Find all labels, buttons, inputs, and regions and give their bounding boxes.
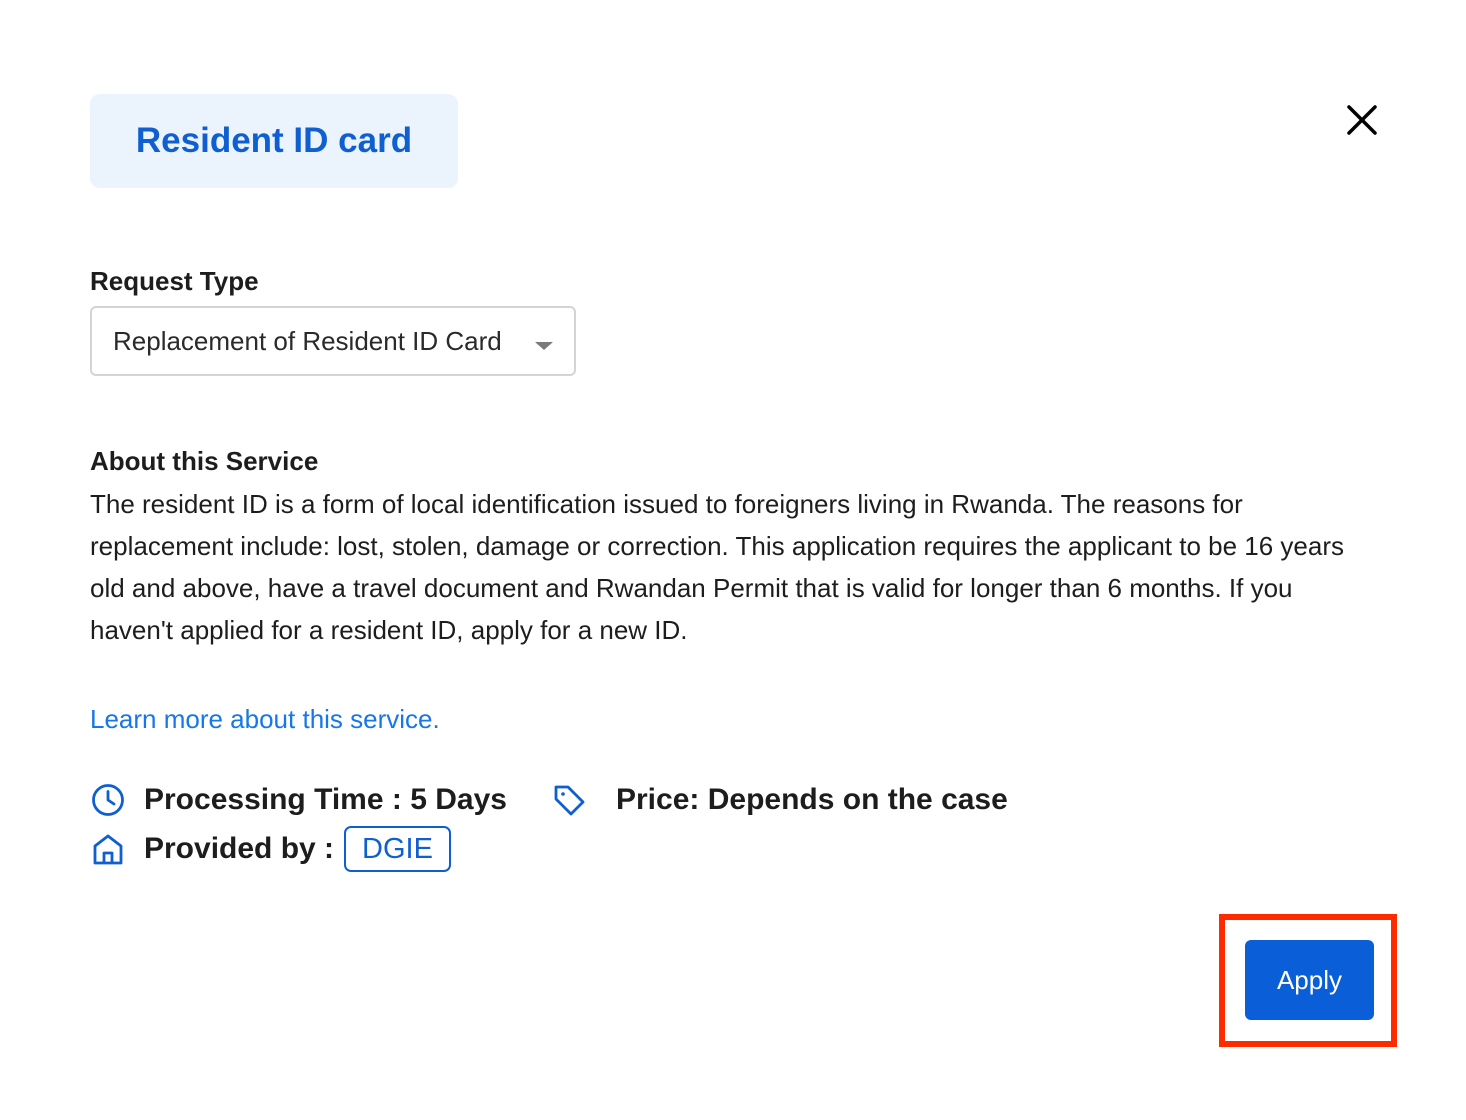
request-type-select[interactable]: Replacement of Resident ID Card	[90, 306, 576, 376]
price-text: Price: Depends on the case	[616, 783, 1008, 816]
processing-time-text: Processing Time : 5 Days	[144, 783, 507, 816]
processing-time-row: Processing Time : 5 Days	[90, 782, 507, 818]
provided-by-row: Provided by : DGIE	[90, 826, 451, 872]
apply-button[interactable]: Apply	[1245, 940, 1374, 1020]
close-button[interactable]	[1336, 94, 1388, 146]
clock-icon	[90, 782, 126, 818]
service-title-chip: Resident ID card	[90, 94, 458, 188]
learn-more-link[interactable]: Learn more about this service.	[90, 704, 440, 735]
provider-badge[interactable]: DGIE	[344, 826, 451, 872]
home-icon	[90, 831, 126, 867]
provided-by-label: Provided by :	[144, 832, 335, 865]
service-title: Resident ID card	[135, 121, 413, 160]
about-description: The resident ID is a form of local ident…	[90, 489, 1345, 645]
about-heading: About this Service	[90, 446, 319, 476]
chevron-down-icon	[535, 342, 553, 350]
request-type-value: Replacement of Resident ID Card	[113, 325, 502, 356]
tag-icon	[551, 782, 587, 818]
close-icon	[1347, 105, 1377, 135]
request-type-label: Request Type	[90, 266, 259, 296]
price-row: Price: Depends on the case	[551, 782, 1008, 818]
